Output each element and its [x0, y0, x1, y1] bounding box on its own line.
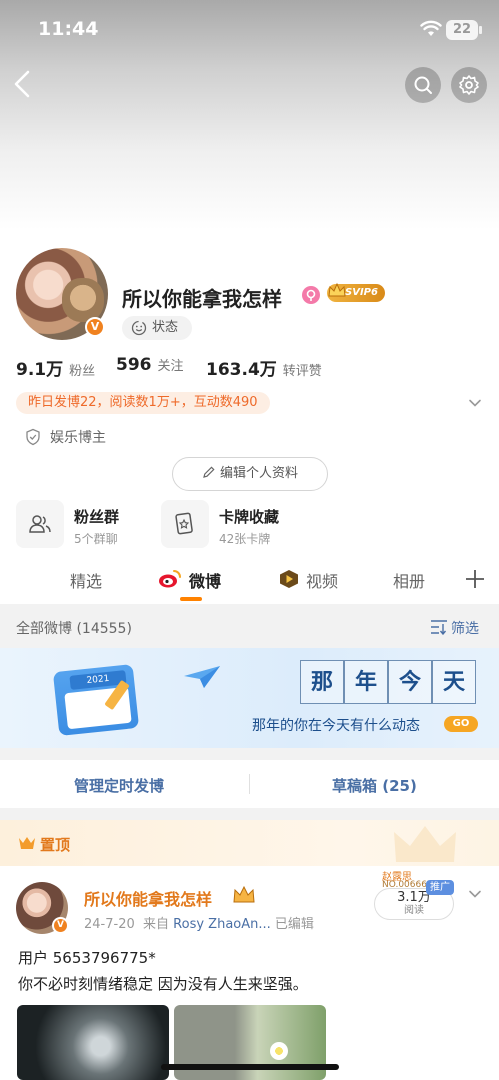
status-time: 11:44 [38, 18, 99, 40]
paper-plane-icon [184, 666, 220, 688]
tab-video[interactable]: 视频 [306, 568, 338, 592]
search-button[interactable] [405, 67, 441, 103]
fan-group-title: 粉丝群 [74, 508, 120, 526]
profile-screen: 11:44 22 V 所以你能拿我怎样 SVIP6 状态 9.1万 粉丝 596… [0, 0, 499, 1080]
pin-crown-icon [19, 837, 35, 849]
battery-nub [479, 26, 482, 34]
search-icon [414, 76, 432, 94]
stat-interactions-value: 163.4万 [206, 360, 277, 380]
section-gap-2 [0, 808, 499, 820]
stat-followers-value: 9.1万 [16, 360, 64, 380]
video-play-icon [280, 570, 298, 588]
profile-name: 所以你能拿我怎样 [122, 287, 282, 311]
battery-indicator: 22 [446, 20, 478, 40]
post-meta: 24-7-20 来自 Rosy ZhaoAn... 已编辑 [84, 913, 314, 932]
crown-watermark-icon [394, 826, 456, 862]
post-text-line-2: 你不必时刻情绪稳定 因为没有人生来坚强。 [18, 975, 308, 993]
post-edited: 已编辑 [274, 917, 314, 932]
chevron-down-icon[interactable] [467, 395, 483, 411]
card-collection-entry[interactable] [161, 500, 209, 548]
scheduled-posts-button[interactable]: 管理定时发博 [74, 775, 164, 796]
fan-group-subtitle: 5个群聊 [74, 532, 118, 546]
post-image-1[interactable] [17, 1005, 169, 1080]
banner-subtitle: 那年的你在今天有什么动态 [252, 718, 420, 734]
wifi-icon [420, 20, 442, 36]
filter-icon [431, 620, 447, 635]
vip-crown-icon [233, 885, 255, 903]
status-smiley-icon [131, 320, 147, 336]
avatar-cat-detail [62, 278, 104, 322]
home-indicator[interactable] [161, 1064, 339, 1070]
shield-check-icon [26, 428, 40, 446]
banner-char-4: 天 [432, 660, 476, 704]
card-collection-title: 卡牌收藏 [219, 508, 280, 526]
fan-group-entry[interactable] [16, 500, 64, 548]
flower-detail [270, 1042, 288, 1060]
all-posts-count: 全部微博 (14555) [16, 621, 132, 637]
status-button[interactable]: 状态 [122, 316, 192, 340]
post-text-line-1: 用户 5653796775* [18, 949, 156, 967]
post-menu-chevron-icon[interactable] [467, 886, 483, 902]
weibo-logo-icon [159, 570, 181, 588]
pencil-icon [203, 466, 215, 478]
tab-featured[interactable]: 精选 [70, 568, 102, 592]
edit-profile-button[interactable]: 编辑个人资料 [172, 457, 328, 491]
tab-weibo[interactable]: 微博 [189, 568, 221, 592]
pinned-label: 置顶 [40, 836, 71, 854]
stat-followers[interactable]: 9.1万 粉丝 [16, 355, 95, 380]
card-collection-icon [161, 500, 209, 548]
banner-go-button[interactable]: GO [444, 716, 478, 732]
post-date: 24-7-20 [84, 917, 135, 932]
banner-char-1: 那 [300, 660, 344, 704]
role-label: 娱乐博主 [50, 430, 106, 446]
stat-following-value: 596 [116, 355, 152, 375]
drafts-button[interactable]: 草稿箱 (25) [332, 775, 417, 796]
back-arrow-icon[interactable] [8, 66, 38, 102]
female-gender-icon [302, 286, 320, 304]
card-collection-subtitle: 42张卡牌 [219, 532, 271, 546]
verified-badge: V [85, 317, 105, 337]
stat-followers-label: 粉丝 [69, 364, 96, 379]
promote-tag[interactable]: 推广 [426, 880, 454, 895]
read-label: 阅读 [404, 905, 424, 916]
stat-following[interactable]: 596 关注 [116, 355, 184, 375]
post-verified-badge: V [52, 917, 69, 934]
post-source[interactable]: Rosy ZhaoAn... [173, 917, 271, 932]
settings-button[interactable] [451, 67, 487, 103]
banner-char-2: 年 [344, 660, 388, 704]
stat-interactions-label: 转评赞 [282, 364, 322, 379]
stat-following-label: 关注 [157, 359, 184, 374]
fan-group-icon [16, 500, 64, 548]
post-author-name[interactable]: 所以你能拿我怎样 [84, 886, 212, 910]
banner-char-3: 今 [388, 660, 432, 704]
filter-button[interactable]: 筛选 [451, 618, 479, 638]
actions-divider [249, 774, 250, 794]
activity-summary[interactable]: 昨日发博22，阅读数1万+，互动数490 [16, 392, 270, 414]
section-gap [0, 748, 499, 760]
crown-icon [328, 282, 346, 297]
gear-icon [459, 75, 479, 95]
status-label: 状态 [152, 320, 179, 335]
add-tab-icon[interactable] [464, 568, 486, 590]
stat-interactions[interactable]: 163.4万 转评赞 [206, 355, 322, 380]
post-source-prefix: 来自 [143, 917, 170, 932]
edit-profile-label: 编辑个人资料 [219, 466, 298, 481]
active-tab-indicator [180, 597, 202, 601]
tab-album[interactable]: 相册 [393, 568, 425, 592]
